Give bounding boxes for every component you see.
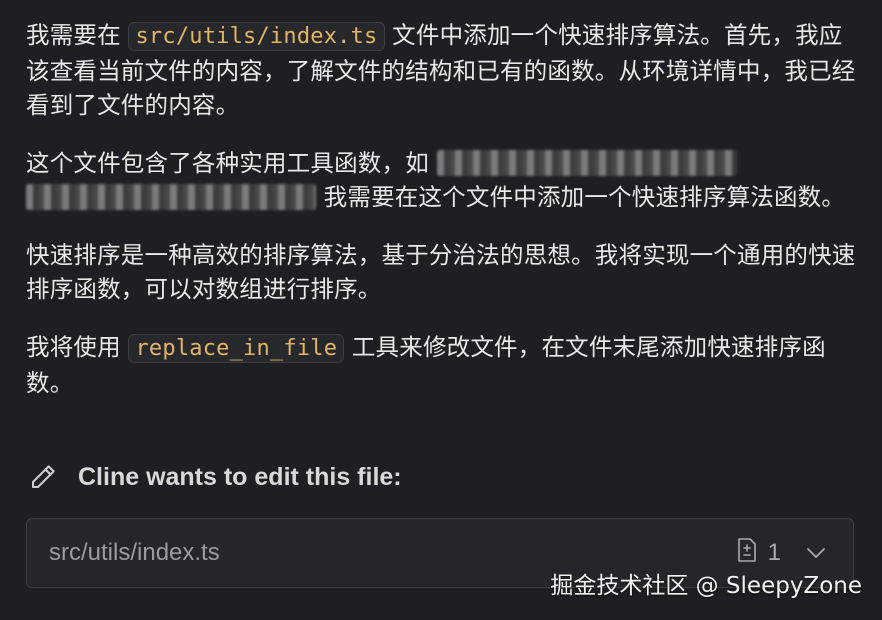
message-paragraph-3: 快速排序是一种高效的排序算法，基于分治法的思想。我将实现一个通用的快速排序函数，… xyxy=(26,241,856,303)
change-count: 1 xyxy=(767,539,781,566)
inline-code-file-path: src/utils/index.ts xyxy=(128,22,385,51)
watermark: 掘金技术社区 @ SleepyZone xyxy=(550,573,862,599)
message-paragraph-1: 我需要在 src/utils/index.ts 文件中添加一个快速排序算法。首先… xyxy=(26,18,856,122)
diff-file-icon xyxy=(736,537,758,570)
pencil-icon xyxy=(28,462,58,492)
file-card-actions: 1 xyxy=(736,537,827,570)
redacted-text-1 xyxy=(436,150,737,176)
message-paragraph-4: 我将使用 replace_in_file 工具来修改文件，在文件末尾添加快速排序… xyxy=(26,330,856,400)
chevron-down-icon[interactable] xyxy=(805,539,827,567)
edit-request-title: Cline wants to edit this file: xyxy=(78,462,402,491)
p1-text-before: 我需要在 xyxy=(26,21,129,49)
assistant-message: 我需要在 src/utils/index.ts 文件中添加一个快速排序算法。首先… xyxy=(26,18,856,424)
p2-text-after: 我需要在这个文件中添加一个快速排序算法函数。 xyxy=(316,183,846,211)
p4-text-before: 我将使用 xyxy=(26,333,129,361)
inline-code-tool-name: replace_in_file xyxy=(128,334,345,363)
file-path[interactable]: src/utils/index.ts xyxy=(49,539,736,567)
redacted-text-2 xyxy=(26,184,316,210)
p2-text-before: 这个文件包含了各种实用工具函数，如 xyxy=(26,149,437,177)
message-paragraph-2: 这个文件包含了各种实用工具函数，如 我需要在这个文件中添加一个快速排序算法函数。 xyxy=(26,146,856,214)
edit-request-header: Cline wants to edit this file: xyxy=(28,462,402,492)
